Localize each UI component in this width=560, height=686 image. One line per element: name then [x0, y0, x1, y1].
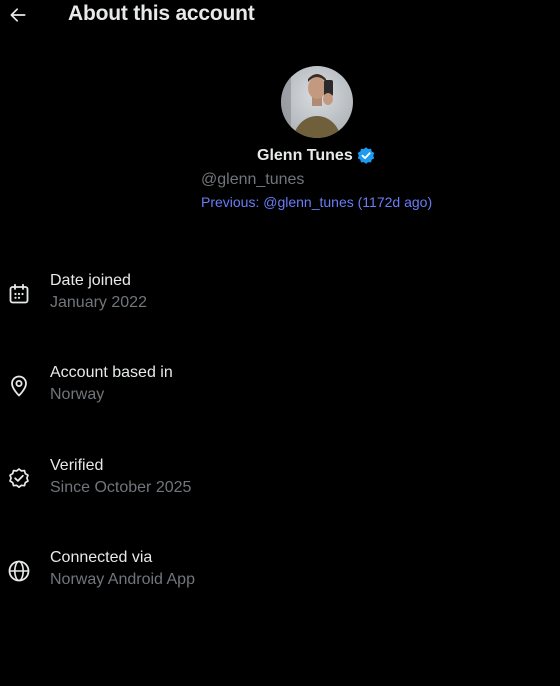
account-based-in-value: Norway: [50, 386, 105, 403]
date-joined-label: Date joined: [50, 272, 131, 289]
date-joined-value: January 2022: [50, 294, 147, 311]
info-item-date-joined: Date joined January 2022: [0, 272, 560, 322]
header: About this account: [0, 0, 560, 34]
arrow-left-icon: [10, 8, 26, 22]
display-name: Glenn Tunes: [257, 147, 353, 164]
handle: @glenn_tunes: [201, 171, 305, 188]
back-button[interactable]: [5, 2, 31, 28]
info-item-account-based-in: Account based in Norway: [0, 364, 560, 414]
account-based-in-label: Account based in: [50, 364, 173, 381]
avatar[interactable]: [281, 66, 353, 138]
page-title: About this account: [68, 2, 255, 25]
verified-label: Verified: [50, 457, 104, 474]
globe-icon: [8, 560, 30, 582]
location-pin-icon: [11, 375, 27, 397]
connected-via-value: Norway Android App: [50, 571, 195, 588]
info-item-connected-via: Connected via Norway Android App: [0, 549, 560, 599]
info-item-verified: Verified Since October 2025: [0, 457, 560, 507]
previous-handle[interactable]: Previous: @glenn_tunes (1172d ago): [201, 194, 432, 210]
connected-via-label: Connected via: [50, 549, 153, 566]
display-name-row: Glenn Tunes: [257, 146, 376, 166]
verified-check-icon: [9, 468, 29, 489]
calendar-icon: [9, 283, 29, 304]
verified-value: Since October 2025: [50, 479, 192, 496]
verified-badge-icon: [356, 146, 376, 166]
